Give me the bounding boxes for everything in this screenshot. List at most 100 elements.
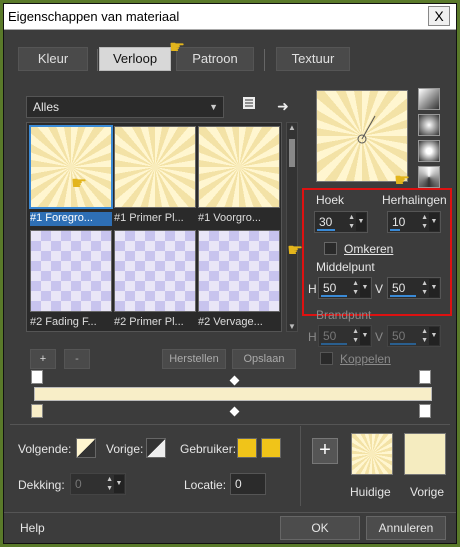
previous-gradient-swatch[interactable] xyxy=(404,433,446,475)
scrollbar-thumb[interactable] xyxy=(289,139,295,167)
scroll-down-icon[interactable]: ▼ xyxy=(287,322,297,331)
center-label: Middelpunt xyxy=(316,260,375,274)
top-stop-left[interactable] xyxy=(31,370,43,384)
current-label: Huidige xyxy=(350,485,391,499)
link-checkbox[interactable] xyxy=(320,352,333,365)
arrow-right-icon[interactable]: ➜ xyxy=(272,95,294,117)
following-swatch[interactable] xyxy=(76,438,96,458)
stepper-arrows-icon[interactable]: ▲ ▼ xyxy=(352,279,359,297)
repeats-level-bar xyxy=(390,229,400,231)
chevron-down-icon[interactable]: ▼ xyxy=(429,279,439,297)
color-stop-right[interactable] xyxy=(419,404,431,418)
scroll-up-icon[interactable]: ▲ xyxy=(287,123,297,132)
window-frame: Eigenschappen van materiaal X Kleur Verl… xyxy=(0,0,460,547)
stepper-arrows-icon[interactable]: ▲ ▼ xyxy=(348,213,355,231)
midpoint-marker-bottom[interactable] xyxy=(229,406,240,417)
add-gradient-button[interactable]: + xyxy=(30,349,56,369)
window-title: Eigenschappen van materiaal xyxy=(8,9,180,24)
stepper-arrows-icon[interactable]: ▲ ▼ xyxy=(352,327,359,345)
invert-label[interactable]: Omkeren xyxy=(344,242,393,256)
center-h-level-bar xyxy=(321,295,347,297)
angle-value: 30 xyxy=(319,215,333,229)
following-label: Volgende: xyxy=(18,442,72,456)
location-field[interactable]: 0 xyxy=(230,473,266,495)
focal-v-stepper[interactable]: 50 ▲ ▼ ▼ xyxy=(387,325,441,347)
stepper-arrows-icon[interactable]: ▲ ▼ xyxy=(421,327,428,345)
rectangular-style-icon[interactable] xyxy=(418,114,440,136)
gallery-scrollbar[interactable]: ▲ ▼ xyxy=(286,122,298,332)
reset-button[interactable]: Herstellen xyxy=(162,349,226,369)
gallery-filter-select[interactable]: Alles ▼ xyxy=(26,96,224,118)
gradient-thumb-label: #2 Primer Pl... xyxy=(114,316,184,328)
gradient-thumb[interactable] xyxy=(30,230,112,312)
cancel-button[interactable]: Annuleren xyxy=(366,516,446,540)
gradient-thumb-label: #2 Vervage... xyxy=(198,316,263,328)
chevron-down-icon[interactable]: ▼ xyxy=(429,213,439,231)
location-label: Locatie: xyxy=(184,478,227,492)
gradient-thumb[interactable] xyxy=(114,126,196,208)
opacity-stepper[interactable]: 0 ▲ ▼ ▼ xyxy=(70,473,126,495)
focal-h-level-bar xyxy=(321,343,347,345)
angle-stepper[interactable]: 30 ▲ ▼ ▼ xyxy=(314,211,368,233)
tab-divider xyxy=(97,49,98,71)
tab-verloop[interactable]: Verloop xyxy=(99,47,171,71)
top-stop-right[interactable] xyxy=(419,370,431,384)
gradient-gallery: #1 Foregro... #1 Primer Pl... #1 Voorgro… xyxy=(26,122,282,332)
tab-kleur[interactable]: Kleur xyxy=(18,47,88,71)
center-v-value: 50 xyxy=(392,281,406,295)
focal-v-level-bar xyxy=(390,343,416,345)
repeats-stepper[interactable]: 10 ▲ ▼ ▼ xyxy=(387,211,441,233)
gradient-thumb[interactable] xyxy=(198,126,280,208)
add-icon-button[interactable]: + xyxy=(312,438,338,464)
chevron-down-icon[interactable]: ▼ xyxy=(360,279,370,297)
invert-checkbox[interactable] xyxy=(324,242,337,255)
close-button[interactable]: X xyxy=(428,6,450,26)
gradient-thumb[interactable] xyxy=(29,125,113,209)
center-v-stepper[interactable]: 50 ▲ ▼ ▼ xyxy=(387,277,441,299)
previous-swatch[interactable] xyxy=(146,438,166,458)
chevron-down-icon[interactable]: ▼ xyxy=(429,327,439,345)
gradient-editor-bar[interactable] xyxy=(34,387,432,401)
link-label[interactable]: Koppelen xyxy=(340,352,391,366)
color-stop-left[interactable] xyxy=(31,404,43,418)
gradient-preview[interactable] xyxy=(316,90,408,182)
gradient-thumb-label: #2 Fading F... xyxy=(30,316,97,328)
linear-style-icon[interactable] xyxy=(418,88,440,110)
focal-label: Brandpunt xyxy=(316,308,372,322)
gradient-thumb-label: #1 Primer Pl... xyxy=(114,212,184,224)
center-h-stepper[interactable]: 50 ▲ ▼ ▼ xyxy=(318,277,372,299)
tab-divider xyxy=(264,49,265,71)
center-h-label: H xyxy=(308,282,317,296)
midpoint-marker-top[interactable] xyxy=(229,375,240,386)
chevron-down-icon[interactable]: ▼ xyxy=(360,327,370,345)
sunburst-style-icon[interactable] xyxy=(418,166,440,188)
save-gradient-button[interactable]: Opslaan xyxy=(232,349,296,369)
help-link[interactable]: Help xyxy=(20,521,45,535)
chevron-down-icon: ▼ xyxy=(209,102,218,112)
center-v-level-bar xyxy=(390,295,416,297)
gradient-thumb[interactable] xyxy=(198,230,280,312)
current-gradient-swatch[interactable] xyxy=(351,433,393,475)
angle-label: Hoek xyxy=(316,193,345,207)
stepper-arrows-icon[interactable]: ▲ ▼ xyxy=(421,279,428,297)
stepper-arrows-icon[interactable]: ▲ ▼ xyxy=(421,213,428,231)
radial-style-icon[interactable] xyxy=(418,140,440,162)
ok-button[interactable]: OK xyxy=(280,516,360,540)
tab-textuur[interactable]: Textuur xyxy=(276,47,350,71)
user-swatch-1[interactable] xyxy=(237,438,257,458)
divider xyxy=(4,512,456,513)
center-v-label: V xyxy=(375,282,384,296)
chevron-down-icon[interactable]: ▼ xyxy=(114,475,124,493)
gradient-menu-icon[interactable] xyxy=(238,95,260,117)
repeats-label: Herhalingen xyxy=(382,193,447,207)
user-swatch-2[interactable] xyxy=(261,438,281,458)
gradient-style-buttons xyxy=(418,88,444,192)
gradient-thumb[interactable] xyxy=(114,230,196,312)
stepper-arrows-icon[interactable]: ▲ ▼ xyxy=(106,475,113,493)
focal-h-stepper[interactable]: 50 ▲ ▼ ▼ xyxy=(318,325,372,347)
remove-gradient-button[interactable]: - xyxy=(64,349,90,369)
tab-patroon[interactable]: Patroon xyxy=(176,47,254,71)
previous-swatch-label: Vorige xyxy=(410,485,445,499)
opacity-label: Dekking: xyxy=(18,478,65,492)
chevron-down-icon[interactable]: ▼ xyxy=(356,213,366,231)
